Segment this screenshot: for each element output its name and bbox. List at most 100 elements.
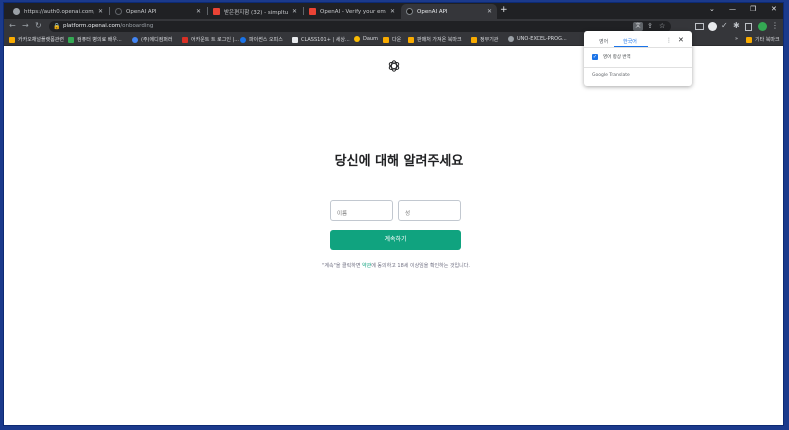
kebab-menu-icon[interactable]: ⋮ [771, 21, 779, 30]
maximize-icon[interactable]: ❐ [750, 5, 756, 13]
bookmark-label: 정부기관 [480, 37, 499, 43]
openai-icon [115, 8, 122, 15]
daum-icon [354, 36, 360, 42]
tab-title: 받은편지함 (32) - simpltus72@... [224, 9, 288, 16]
close-icon[interactable]: ✕ [196, 8, 201, 15]
kebab-menu-icon[interactable]: ⋮ [666, 37, 672, 44]
folder-icon [471, 36, 477, 43]
reload-icon[interactable]: ↻ [35, 21, 42, 30]
tab-openai-api[interactable]: OpenAI API ✕ [110, 4, 206, 19]
translate-icon[interactable]: 文 [633, 22, 643, 31]
tab-gmail-inbox[interactable]: 받은편지함 (32) - simpltus72@... ✕ [208, 4, 302, 19]
bookmark-item[interactable]: 파이썬스 오피스 [240, 36, 283, 43]
window-close-icon[interactable]: ✕ [771, 5, 777, 13]
gmail-icon [213, 8, 220, 15]
extension-avatar-icon[interactable] [708, 22, 717, 31]
bookmark-item[interactable]: UNO-EXCEL-PROG... [508, 36, 567, 42]
minimize-icon[interactable]: — [729, 5, 736, 13]
bookmark-item[interactable]: CLASS101+ | 세상... [292, 36, 350, 43]
tab-auth0[interactable]: https://auth0.openai.com/u/sig- ✕ [8, 4, 108, 19]
tab-title: OpenAI API [417, 8, 448, 15]
last-name-input[interactable] [398, 200, 461, 221]
folder-icon [9, 36, 15, 43]
bookmark-item[interactable]: 어카운트 트 로그인 |... [182, 36, 239, 43]
url-text[interactable]: platform.openai.com/onboarding [63, 23, 153, 29]
bookmark-label: (주)에디컴퍼러 [141, 37, 173, 43]
gmail-icon [309, 8, 316, 15]
openai-icon [406, 8, 413, 15]
bookmark-label: Daum [363, 36, 378, 42]
close-icon[interactable]: ✕ [487, 8, 492, 15]
tab-title: OpenAI - Verify your email - sk [320, 8, 386, 15]
url-path: /onboarding [120, 23, 154, 29]
globe-icon [13, 8, 20, 15]
lock-icon[interactable]: 🔒 [53, 23, 60, 30]
tab-source-language[interactable]: 영어 [599, 38, 608, 45]
tab-target-language[interactable]: 한국어 [623, 38, 637, 45]
translate-popup: 영어 한국어 ⋮ ✕ ✓ 영어 항상 번역 Google Translate [584, 31, 692, 86]
bookmark-item[interactable]: 카카오채널플랫폼관련 [9, 36, 64, 43]
bookmarks-overflow-icon[interactable]: » [735, 36, 738, 42]
globe-icon [508, 36, 514, 42]
close-icon[interactable]: ✕ [678, 36, 684, 44]
bookmark-label: 다운 [392, 37, 402, 43]
star-icon[interactable]: ☆ [659, 22, 665, 30]
bookmark-item[interactable]: 다운 [383, 36, 401, 43]
tab-strip: https://auth0.openai.com/u/sig- ✕ OpenAI… [4, 3, 783, 19]
divider [584, 47, 692, 48]
divider [584, 67, 692, 68]
bookmark-label: 컴퓨터 병의료 배우... [77, 37, 122, 43]
folder-icon [383, 36, 389, 43]
tab-gmail-verify[interactable]: OpenAI - Verify your email - sk ✕ [304, 4, 400, 19]
close-icon[interactable]: ✕ [98, 8, 103, 15]
bookmark-item[interactable]: 컴퓨터 병의료 배우... [68, 36, 122, 43]
folder-icon [408, 36, 414, 43]
bookmark-item[interactable]: Daum [354, 36, 378, 42]
browser-window: https://auth0.openai.com/u/sig- ✕ OpenAI… [3, 2, 784, 426]
check-icon[interactable]: ✓ [721, 21, 728, 30]
bookmark-item[interactable]: (주)에디컴퍼러 [132, 36, 173, 43]
bookmark-favicon-icon [292, 36, 298, 43]
url-host: platform.openai.com [63, 23, 121, 29]
sidepanel-icon[interactable] [745, 23, 752, 31]
bookmark-item[interactable]: 정부기관 [471, 36, 498, 43]
profile-avatar[interactable] [758, 22, 767, 31]
close-icon[interactable]: ✕ [292, 8, 297, 15]
bookmark-favicon-icon [240, 36, 246, 43]
openai-logo-icon [388, 60, 400, 72]
bookmark-label: CLASS101+ | 세상... [301, 37, 350, 43]
bookmark-label: 어카운트 트 로그인 |... [191, 37, 240, 43]
bookmark-item[interactable]: 기타 북마크 [746, 36, 780, 43]
back-icon[interactable]: ← [9, 21, 16, 30]
first-name-input[interactable] [330, 200, 393, 221]
always-translate-label: 영어 항상 번역 [603, 55, 631, 60]
page-title: 당신에 대해 알려주세요 [334, 154, 464, 169]
always-translate-checkbox[interactable]: ✓ [592, 54, 598, 60]
bookmark-favicon-icon [68, 36, 74, 43]
new-tab-icon[interactable]: + [500, 5, 508, 15]
chevron-down-icon[interactable]: ⌄ [709, 5, 715, 13]
bookmark-favicon-icon [132, 36, 138, 43]
bookmark-label: 카카오채널플랫폼관련 [18, 37, 65, 43]
bookmark-label: UNO-EXCEL-PROG... [517, 36, 567, 42]
tab-title: OpenAI API [126, 8, 157, 15]
bookmark-item[interactable]: 판매처 가져온 북마크 [408, 36, 462, 43]
share-icon[interactable]: ⇪ [647, 22, 653, 30]
tab-openai-api-active[interactable]: OpenAI API ✕ [401, 4, 497, 19]
cast-icon[interactable] [695, 23, 704, 30]
terms-text-prefix: "계속"을 클릭하면 [322, 263, 363, 269]
terms-text-suffix: 에 동의하고 18세 이상임을 확인하는 것입니다. [371, 263, 470, 269]
bookmark-label: 기타 북마크 [755, 37, 780, 43]
address-bar[interactable]: 🔒 platform.openai.com/onboarding 文 ⇪ ☆ [49, 21, 671, 32]
continue-button[interactable]: 계속하기 [330, 230, 461, 250]
terms-link[interactable]: 약관 [362, 263, 371, 269]
folder-icon [746, 36, 752, 43]
forward-icon[interactable]: → [22, 21, 29, 30]
puzzle-icon[interactable]: ✱ [733, 21, 740, 30]
google-translate-label: Google Translate [592, 73, 630, 78]
close-icon[interactable]: ✕ [390, 8, 395, 15]
bookmark-label: 판매처 가져온 북마크 [417, 37, 462, 43]
bookmark-label: 파이썬스 오피스 [249, 37, 283, 43]
bookmark-favicon-icon [182, 36, 188, 43]
terms-notice: "계속"을 클릭하면 약관에 동의하고 18세 이상임을 확인하는 것입니다. [322, 262, 470, 270]
